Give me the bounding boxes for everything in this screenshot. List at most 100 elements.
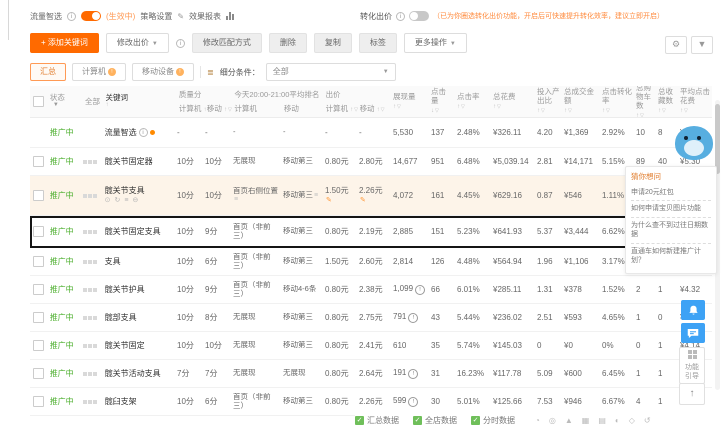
impression-info-icon[interactable]: ! [408,313,419,323]
select-all-checkbox[interactable] [33,96,45,107]
modify-match-button[interactable]: 修改匹配方式 [191,33,262,53]
collapse-button[interactable]: ▼ [691,36,713,54]
filter-funnel-icon[interactable]: ▽ [397,104,401,110]
faq-item[interactable]: 申请20元红包 [631,185,711,200]
row-checkbox[interactable] [33,368,45,379]
filter-funnel-icon[interactable]: ▽ [662,108,666,114]
filter-funnel-icon[interactable]: ▽ [640,113,644,117]
keyword-text[interactable]: 髋关节活动支具 [105,369,161,378]
checked-box-icon[interactable]: ✓ [471,415,480,425]
filter-funnel-icon[interactable]: ▽ [568,108,572,114]
table-row[interactable]: 推广中 髋关节支具 ⊙ ↻ ≡ ⊖ 10分 10分 首页右侧位置≡ 移动第三≡ 1.50元✎ 2.26… [30,176,712,216]
sort-up-icon[interactable]: ↑ [105,102,174,109]
tab-pc[interactable]: 计算机! [72,63,126,81]
info-icon[interactable]: i [138,128,148,137]
report-link[interactable]: 效果报表 [189,11,221,22]
strategy-settings-link[interactable]: 策略设置 [140,11,172,22]
sort-icon[interactable]: ↓ [431,108,434,114]
delete-button[interactable]: 删除 [268,33,307,53]
history-icon[interactable]: ⊙ [105,197,111,205]
keyword-text[interactable]: 髋关节固定器 [105,157,153,166]
status-header[interactable]: 状态 ▼ [48,86,82,117]
metric-header[interactable]: 点击率 ↑▽ [455,86,491,117]
row-checkbox[interactable] [33,284,45,295]
impression-info-icon[interactable]: ! [415,285,426,295]
checked-box-icon[interactable]: ✓ [355,415,364,425]
metric-header[interactable]: 总成交金额 ↑▽ [562,86,600,117]
tag-button[interactable]: 标签 [358,33,397,53]
sort-icon[interactable]: ↑ [602,108,605,114]
table-row[interactable]: 推广中 支具 10分 6分 首页（非前三） 移动第三 1.50元 2.60元 2,814 126 4… [30,248,712,276]
table-row[interactable]: 推广中 髋部支具 10分 8分 无展现 移动第三 0.80元 2.75元 791! 43 5.44%… [30,304,712,332]
sort-up-icon[interactable]: ↑ [350,107,353,113]
notification-bell-button[interactable] [681,300,705,320]
sort-icon[interactable]: ↑ [636,113,639,117]
conversion-bid-toggle[interactable] [409,11,429,21]
metric-header[interactable]: 点击量 ↓▽ [429,86,455,117]
keyword-header[interactable]: 关键词 ↑ [103,86,176,117]
more-actions-button[interactable]: 更多操作 ▼ [403,33,467,53]
faq-item[interactable]: 如何申请宝贝图片功能 [631,200,711,216]
keyword-text[interactable]: 支具 [105,257,121,266]
tab-summary[interactable]: 汇总 [30,63,66,81]
keyword-text[interactable]: 髋关节固定 [105,341,145,350]
keyword-text[interactable]: 髋关节支具 [105,186,145,195]
chat-button[interactable] [681,323,705,343]
info-icon[interactable]: i [67,11,76,21]
metric-header[interactable]: 投入产出比 ↑▽ [535,86,562,117]
keyword-text[interactable]: 髋关节护具 [105,285,145,294]
sort-icon[interactable]: ↑ [393,104,396,110]
add-keyword-button[interactable]: + 添加关键词 [30,33,99,53]
filter-funnel-icon[interactable]: ▽ [684,108,688,114]
metric-header[interactable]: 平均点击花费 ↑▽ [678,86,712,117]
sort-icon[interactable]: ↑ [537,108,540,114]
assistant-mascot-icon[interactable] [673,120,717,164]
row-checkbox[interactable] [33,340,45,351]
filter-funnel-icon[interactable]: ▽ [497,104,501,110]
filter-funnel-icon[interactable]: ▽ [541,108,545,114]
filter-funnel-icon[interactable]: ▽ [435,108,439,114]
scope-header[interactable]: 全部 [82,86,104,117]
keyword-text[interactable]: 髋臼支架 [105,397,137,406]
sort-icon[interactable]: ↑ [564,108,567,114]
rank-detail-icon[interactable]: ≡ [234,196,238,203]
sort-icon[interactable]: ↑ [493,104,496,110]
metric-header[interactable]: 总购物车数 ↑▽ [634,86,656,117]
sort-up-icon[interactable]: ↑ [224,107,227,113]
refresh-icon[interactable]: ↻ [114,197,120,205]
table-row[interactable]: 推广中 髋关节固定支具 10分 9分 首页（非前三） 移动第三 0.80元 2.19元 2,88… [30,216,712,248]
sort-icon[interactable]: ↑ [457,104,460,110]
row-checkbox[interactable] [33,156,45,167]
modify-bid-button[interactable]: 修改出价 ▼ [105,33,169,53]
table-row[interactable]: 推广中 髋关节活动支具 7分 7分 无展现 无展现 0.80元 2.64元 191! 31 16.2… [30,360,712,388]
copy-button[interactable]: 复制 [313,33,352,53]
sub-header[interactable]: 移动 [282,103,324,114]
remove-icon[interactable]: ⊖ [132,197,138,205]
keyword-text[interactable]: 髋部支具 [105,313,137,322]
metric-header[interactable]: 总花费 ↑▽ [491,86,535,117]
report-icon[interactable]: ≡ [124,197,128,205]
metric-header[interactable]: 总收藏数 ↑▽ [656,86,678,117]
sub-header[interactable]: 计算机 [232,103,282,114]
back-to-top-button[interactable]: ↑ [679,383,705,405]
feature-guide-button[interactable]: 功能引导 [679,347,705,385]
keyword-text[interactable]: 流量智选 [105,128,137,137]
edit-bid-icon[interactable]: ✎ [326,197,332,204]
legend-item[interactable]: ✓ 汇总数据 [355,415,399,426]
metric-header[interactable]: 展现量 ↑▽ [391,86,429,117]
flow-smart-toggle[interactable] [81,11,101,21]
segment-filter-select[interactable]: 全部 ▼ [265,63,396,81]
sub-header[interactable]: 计算机 ↑▽ [324,103,358,114]
faq-item[interactable]: 直通车如何新建推广计划？ [631,242,711,269]
legend-item[interactable]: ✓ 全店数据 [413,415,457,426]
filter-funnel-icon[interactable]: ▽ [228,107,232,113]
table-row[interactable]: 推广中 髋关节固定 10分 10分 无展现 移动第三 0.80元 2.41元 610 35 5.74… [30,332,712,360]
table-row[interactable]: 推广中 髋关节护具 10分 9分 首页（非前三） 移动4-6条 0.80元 2.38元 1,09… [30,276,712,304]
gear-icon[interactable]: ⚙ [665,36,687,54]
info-icon[interactable]: i [396,11,405,21]
faq-item[interactable]: 为什么查不到过往日期数据 [631,216,711,243]
sub-header[interactable]: 移动 ↑▽ [358,103,391,114]
row-checkbox[interactable] [33,396,45,407]
filter-funnel-icon[interactable]: ▽ [606,108,610,114]
impression-info-icon[interactable]: ! [408,397,419,407]
